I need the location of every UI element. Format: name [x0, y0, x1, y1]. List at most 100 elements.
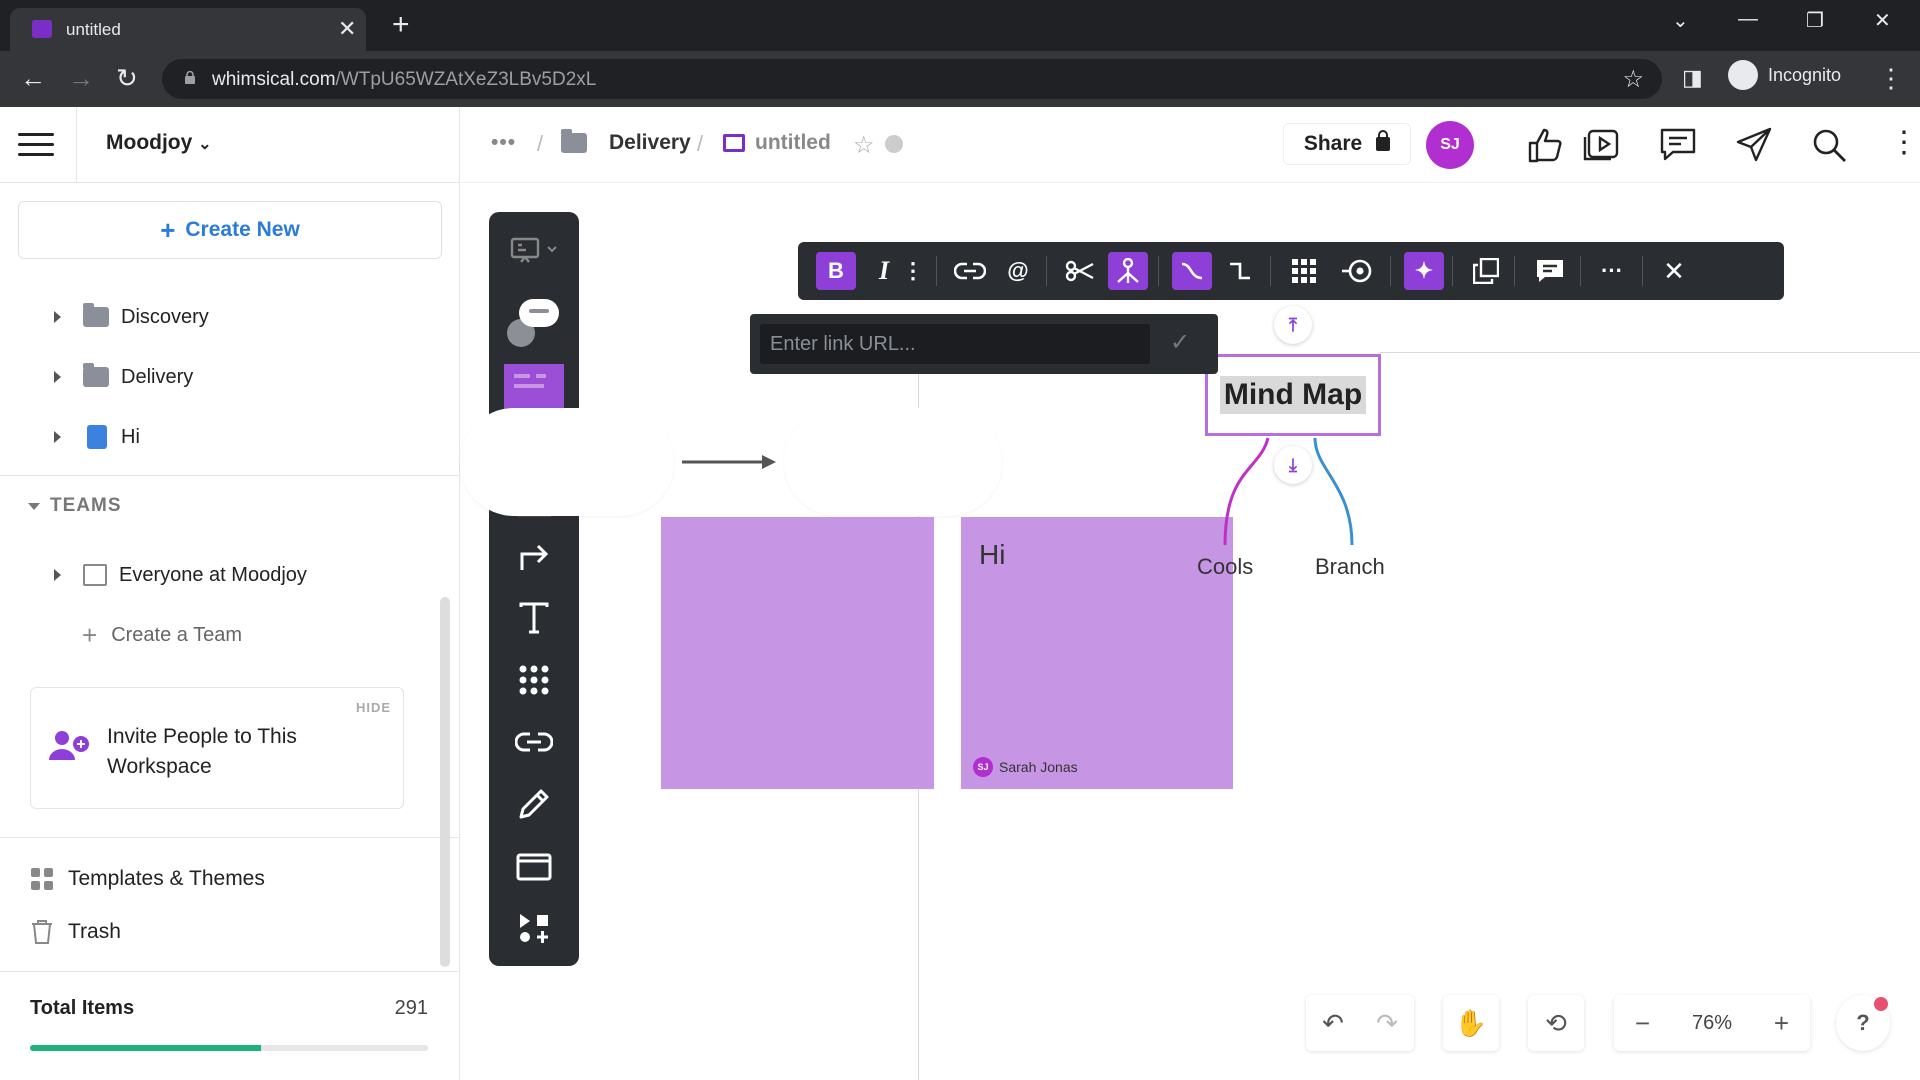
trash-link[interactable]: Trash	[30, 919, 121, 945]
breadcrumb-separator: /	[537, 131, 544, 156]
sticky-note[interactable]	[661, 517, 934, 789]
minimize-icon[interactable]: —	[1738, 8, 1758, 31]
mind-map-root[interactable]: Mind Map	[1205, 354, 1381, 436]
link-url-input[interactable]	[760, 324, 1150, 364]
frame-tool-icon[interactable]	[504, 842, 564, 890]
sticky-note[interactable]: Hi SJ Sarah Jonas	[961, 517, 1233, 789]
confirm-link-icon[interactable]: ✓	[1170, 328, 1190, 357]
hide-button[interactable]: HIDE	[356, 700, 391, 715]
more-options-icon[interactable]: ⋮	[1889, 125, 1919, 160]
breadcrumb-separator: /	[697, 131, 704, 156]
mention-button[interactable]: @	[998, 252, 1038, 290]
comment-icon[interactable]	[1530, 252, 1570, 290]
add-child-handle-icon[interactable]: ⤓	[1274, 446, 1312, 484]
thumbs-up-icon[interactable]	[1527, 127, 1565, 163]
shape-pill[interactable]	[784, 408, 1002, 516]
teams-header[interactable]: TEAMS	[28, 495, 122, 517]
connector-tool-icon[interactable]	[504, 532, 564, 580]
close-toolbar-icon[interactable]: ✕	[1654, 252, 1694, 290]
zoom-level[interactable]: 76%	[1692, 1012, 1732, 1035]
mind-map-root-label[interactable]: Mind Map	[1219, 376, 1367, 414]
templates-themes-link[interactable]: Templates & Themes	[30, 867, 265, 891]
collapse-sidebar-icon[interactable]	[18, 133, 54, 157]
caret-right-icon[interactable]	[54, 311, 61, 323]
side-panel-icon[interactable]: ◨	[1682, 63, 1703, 93]
tab-title: untitled	[66, 20, 121, 39]
pencil-tool-icon[interactable]	[504, 780, 564, 828]
text-tool-icon[interactable]	[504, 594, 564, 642]
sidebar-scrollbar[interactable]	[440, 597, 450, 967]
link-button[interactable]	[950, 252, 990, 290]
invite-card[interactable]: HIDE Invite People to This Workspace	[30, 687, 404, 809]
bold-button[interactable]: B	[816, 252, 856, 290]
sidebar-item-discovery[interactable]: Discovery	[54, 297, 209, 337]
create-new-button[interactable]: + Create New	[18, 201, 442, 259]
present-icon[interactable]	[1583, 127, 1621, 163]
reload-icon[interactable]: ↻	[116, 63, 138, 93]
color-grid-icon[interactable]	[1284, 252, 1324, 290]
create-team-button[interactable]: + Create a Team	[82, 615, 242, 655]
trash-label: Trash	[68, 920, 121, 943]
comment-icon[interactable]	[1659, 127, 1697, 163]
elbow-line-icon[interactable]	[1220, 252, 1260, 290]
zoom-controls: − 76% +	[1614, 995, 1810, 1051]
share-button[interactable]: Share	[1283, 123, 1411, 165]
close-tab-icon[interactable]: ✕	[338, 16, 356, 42]
undo-icon[interactable]: ↶	[1322, 1008, 1344, 1039]
caret-right-icon[interactable]	[54, 371, 61, 383]
new-tab-icon[interactable]: +	[392, 8, 410, 42]
cut-branch-icon[interactable]	[1060, 252, 1100, 290]
add-parent-handle-icon[interactable]: ⤒	[1274, 306, 1312, 344]
sidebar-item-team[interactable]: Everyone at Moodjoy	[54, 555, 307, 595]
close-window-icon[interactable]: ✕	[1874, 8, 1891, 33]
sidebar-item-hi[interactable]: Hi	[54, 417, 140, 457]
caret-right-icon[interactable]	[54, 569, 61, 581]
arrow-connector[interactable]	[680, 452, 780, 472]
curved-line-icon[interactable]	[1172, 252, 1212, 290]
zoom-in-icon[interactable]: +	[1774, 1008, 1789, 1039]
italic-button[interactable]: I	[864, 252, 904, 290]
sidebar-item-delivery[interactable]: Delivery	[54, 357, 193, 397]
text-options-icon[interactable]: ⋮	[902, 252, 924, 290]
avatar[interactable]: SJ	[1426, 121, 1474, 169]
url-host: whimsical.com	[212, 69, 336, 90]
zoom-out-icon[interactable]: −	[1635, 1008, 1650, 1039]
incognito-indicator[interactable]: Incognito	[1720, 57, 1853, 93]
layout-tree-icon[interactable]	[1108, 252, 1148, 290]
grid-tool-icon[interactable]	[504, 656, 564, 704]
restore-icon[interactable]: ❐	[1806, 8, 1824, 33]
focus-node-icon[interactable]	[1338, 252, 1378, 290]
board-title: untitled	[755, 131, 831, 154]
help-button[interactable]: ?	[1836, 995, 1890, 1051]
duplicate-icon[interactable]	[1466, 252, 1506, 290]
version-history-icon[interactable]: ⟲	[1528, 995, 1584, 1051]
workspace-switcher[interactable]: Moodjoy ⌄	[106, 131, 212, 155]
mind-map-branch[interactable]: Cools	[1197, 554, 1253, 580]
url-field[interactable]: whimsical.com/WTpU65WZAtXeZ3LBv5D2xL ☆	[162, 59, 1662, 99]
mind-map-branch[interactable]: Branch	[1315, 554, 1385, 580]
shape-pill[interactable]	[460, 408, 674, 516]
search-icon[interactable]	[1811, 127, 1849, 163]
more-breadcrumbs-button[interactable]: •••	[491, 131, 516, 155]
bookmark-star-icon[interactable]: ☆	[1622, 65, 1644, 94]
browser-tab[interactable]: untitled ✕	[10, 8, 366, 51]
link-tool-icon[interactable]	[504, 718, 564, 766]
sticky-note-text: Hi	[979, 539, 1006, 570]
more-tools-icon[interactable]	[504, 904, 564, 952]
back-icon[interactable]: ←	[20, 63, 46, 93]
shapes-tool-icon[interactable]	[504, 292, 564, 352]
hand-tool-icon[interactable]: ✋	[1443, 995, 1499, 1051]
author-avatar: SJ	[973, 757, 993, 777]
favorite-star-icon[interactable]: ☆	[853, 131, 875, 160]
breadcrumb-board[interactable]: untitled	[723, 131, 831, 155]
board-mode-icon[interactable]	[504, 226, 564, 274]
caret-right-icon[interactable]	[54, 431, 61, 443]
breadcrumb-folder[interactable]: Delivery	[561, 129, 691, 155]
redo-icon[interactable]: ↷	[1376, 1008, 1398, 1039]
send-icon[interactable]	[1735, 127, 1773, 163]
forward-icon[interactable]: →	[68, 63, 94, 93]
more-options-icon[interactable]: ···	[1592, 252, 1632, 290]
ai-sparkle-icon[interactable]: ✦	[1404, 252, 1444, 290]
browser-menu-icon[interactable]: ⋮	[1878, 63, 1904, 93]
tab-search-icon[interactable]: ⌄	[1672, 8, 1689, 33]
